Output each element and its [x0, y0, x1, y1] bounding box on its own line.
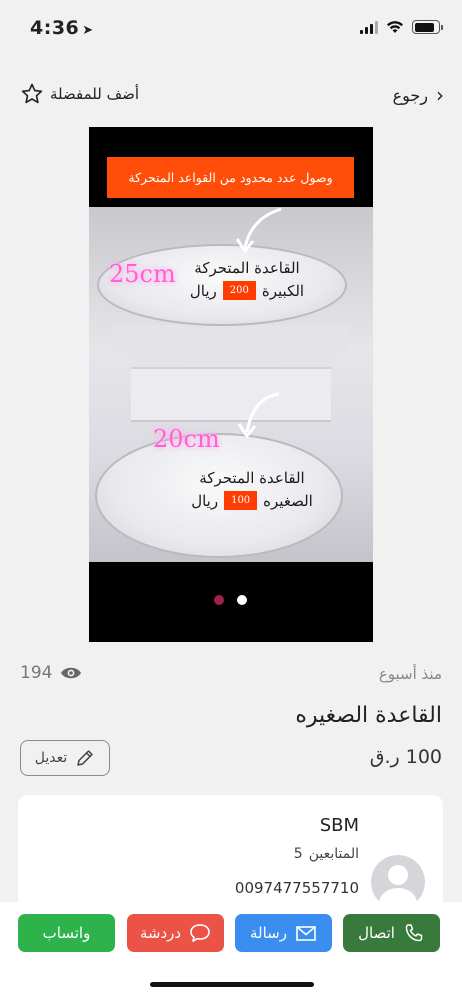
large-plate-price-row: الكبيرة 200 ريال [187, 281, 307, 300]
pencil-icon [77, 750, 93, 766]
large-size-label: 25cm [109, 260, 176, 288]
large-plate-prefix: الكبيرة [261, 281, 305, 300]
posted-time: منذ أسبوع [378, 665, 442, 683]
edit-label: تعديل [34, 750, 68, 766]
followers-count: 5 [293, 846, 303, 862]
large-plate-currency: ريال [189, 281, 217, 300]
message-label: رسالة [250, 924, 287, 942]
stand-top [113, 325, 349, 363]
small-plate-price: 100 [224, 491, 258, 510]
chat-button[interactable]: دردشة [127, 914, 224, 952]
followers: المتابعين 5 [294, 846, 359, 862]
small-plate-text: القاعدة المتحركة الصغيره 100 ريال [189, 469, 315, 510]
back-button[interactable]: ‹ رجوع [393, 83, 444, 107]
call-label: اتصال [358, 924, 395, 942]
seller-name: SBM [319, 815, 359, 836]
add-to-favorites-button[interactable]: أضف للمفضلة [20, 82, 139, 106]
edit-button[interactable]: تعديل [20, 740, 110, 776]
avatar[interactable] [371, 855, 425, 909]
status-bar: 4:36 ➤ [0, 0, 462, 56]
listing-meta: 194 منذ أسبوع [20, 663, 442, 687]
image-carousel[interactable]: وصول عدد محدود من القواعد المتحركة 25cm … [89, 127, 373, 642]
wifi-icon [387, 21, 403, 33]
product-photo: 25cm القاعدة المتحركة الكبيرة 200 ريال 2… [89, 207, 373, 562]
location-arrow-icon: ➤ [82, 23, 94, 38]
home-indicator [150, 982, 314, 987]
whatsapp-button[interactable]: واتساب [18, 914, 115, 952]
large-plate-title: القاعدة المتحركة [194, 259, 300, 277]
large-plate-text: القاعدة المتحركة الكبيرة 200 ريال [187, 259, 307, 300]
small-plate-title: القاعدة المتحركة [199, 469, 305, 487]
small-plate-prefix: الصغيره [263, 491, 313, 510]
phone-icon [405, 924, 423, 942]
star-icon [21, 83, 43, 104]
envelope-icon [296, 926, 316, 941]
battery-icon [412, 20, 443, 34]
back-label: رجوع [392, 85, 428, 105]
small-size-label: 20cm [153, 425, 220, 453]
listing-price: 100 ر.ق [369, 746, 442, 768]
view-count: 194 [20, 663, 82, 683]
arrow-curve-top-icon [235, 207, 282, 254]
top-nav: أضف للمفضلة ‹ رجوع [0, 80, 462, 112]
arrow-curve-bottom-icon [237, 392, 280, 439]
carousel-dots [214, 595, 247, 605]
whatsapp-label: واتساب [42, 924, 91, 942]
eye-icon [61, 667, 82, 679]
battery-fill [414, 22, 435, 32]
listing-title: القاعدة الصغيره [295, 703, 442, 728]
call-button[interactable]: اتصال [343, 914, 440, 952]
cellular-signal-icon [360, 20, 378, 34]
chat-label: دردشة [139, 924, 182, 942]
seller-card[interactable]: SBM المتابعين 5 0097477557710 [18, 795, 443, 915]
message-button[interactable]: رسالة [235, 914, 332, 952]
favorite-label: أضف للمفضلة [50, 85, 140, 103]
view-count-value: 194 [20, 663, 53, 683]
seller-phone: 0097477557710 [234, 879, 359, 897]
chat-bubble-icon [190, 924, 210, 942]
small-plate-price-row: الصغيره 100 ريال [189, 491, 315, 510]
small-plate-currency: ريال [191, 491, 219, 510]
chevron-left-icon: ‹ [436, 83, 444, 107]
promo-banner: وصول عدد محدود من القواعد المتحركة [107, 157, 354, 198]
large-plate-price: 200 [222, 281, 256, 300]
clock: 4:36 [30, 17, 80, 39]
followers-label: المتابعين [308, 846, 359, 862]
carousel-dot[interactable] [237, 595, 247, 605]
status-time: 4:36 ➤ [30, 17, 94, 39]
carousel-dot[interactable] [214, 595, 224, 605]
status-icons [360, 20, 443, 34]
